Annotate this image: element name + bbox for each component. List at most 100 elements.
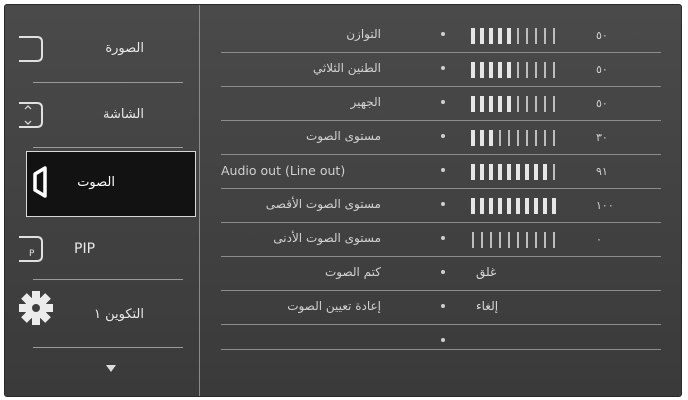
level-slider[interactable]	[471, 130, 556, 146]
sidebar-item-label: الصورة	[105, 41, 144, 56]
sidebar-item-screen[interactable]: الشاشة	[19, 85, 199, 151]
sidebar-divider	[33, 279, 183, 280]
level-tick-filled	[471, 164, 475, 180]
settings-panel: التوازن ٥٠ الطنين الثلاثي ٥٠ الجهير ٥٠ م…	[201, 5, 681, 396]
setting-option[interactable]: غلق	[476, 265, 496, 279]
level-slider[interactable]	[471, 28, 556, 44]
bullet-icon	[441, 338, 445, 342]
level-tick-filled	[471, 28, 475, 44]
sidebar: الصورة الشاشة الصوت P PIP التكوين ١	[19, 5, 200, 396]
level-tick-empty	[553, 62, 555, 78]
bullet-icon	[441, 100, 445, 104]
setting-row-empty[interactable]	[221, 325, 661, 359]
setting-row-audio-reset[interactable]: إعادة تعيين الصوت إلغاء	[221, 291, 661, 325]
level-tick-empty	[508, 232, 510, 248]
level-tick-filled	[489, 96, 493, 112]
setting-label: التوازن	[346, 27, 381, 41]
level-slider[interactable]	[471, 198, 556, 214]
setting-row-max-volume[interactable]: مستوى الصوت الأقصى ١٠٠	[221, 189, 661, 223]
level-tick-empty	[517, 62, 519, 78]
level-tick-empty	[472, 232, 474, 248]
sidebar-item-picture[interactable]: الصورة	[19, 19, 199, 85]
setting-value: ٠	[596, 233, 602, 246]
level-tick-empty	[553, 96, 555, 112]
level-tick-empty	[490, 232, 492, 248]
level-tick-filled	[507, 164, 511, 180]
level-tick-filled	[498, 198, 502, 214]
bullet-icon	[441, 236, 445, 240]
setting-value: ٩١	[596, 165, 608, 178]
level-tick-filled	[498, 28, 502, 44]
level-tick-filled	[489, 130, 493, 146]
bullet-icon	[441, 134, 445, 138]
level-tick-empty	[499, 232, 501, 248]
setting-row-audio-out[interactable]: Audio out (Line out) ٩١	[221, 155, 661, 189]
level-slider[interactable]	[471, 96, 556, 112]
level-tick-filled	[480, 164, 484, 180]
level-tick-empty	[553, 164, 555, 180]
setting-row-bass[interactable]: الجهير ٥٠	[221, 87, 661, 121]
level-tick-filled	[552, 198, 556, 214]
level-tick-empty	[517, 130, 519, 146]
level-tick-filled	[525, 198, 529, 214]
level-tick-empty	[544, 62, 546, 78]
setting-row-mute[interactable]: كتم الصوت غلق	[221, 257, 661, 291]
setting-label: كتم الصوت	[324, 265, 381, 279]
gear-icon	[19, 291, 53, 325]
level-tick-filled	[480, 28, 484, 44]
level-tick-filled	[534, 164, 538, 180]
level-tick-filled	[489, 198, 493, 214]
setting-row-balance[interactable]: التوازن ٥٠	[221, 19, 661, 53]
level-tick-empty	[526, 130, 528, 146]
level-tick-empty	[526, 96, 528, 112]
level-slider[interactable]	[471, 62, 556, 78]
level-tick-empty	[553, 28, 555, 44]
level-tick-empty	[544, 28, 546, 44]
sidebar-item-pip[interactable]: P PIP	[19, 219, 199, 285]
level-tick-empty	[535, 62, 537, 78]
setting-option[interactable]: إلغاء	[476, 299, 498, 313]
level-tick-empty	[544, 232, 546, 248]
level-slider[interactable]	[471, 164, 556, 180]
level-tick-filled	[498, 164, 502, 180]
level-tick-empty	[526, 28, 528, 44]
level-tick-filled	[534, 198, 538, 214]
level-tick-empty	[526, 62, 528, 78]
setting-label: Audio out (Line out)	[221, 163, 346, 178]
setting-row-min-volume[interactable]: مستوى الصوت الأدنى ٠	[221, 223, 661, 257]
level-tick-empty	[499, 130, 501, 146]
setting-row-treble[interactable]: الطنين الثلاثي ٥٠	[221, 53, 661, 87]
level-slider[interactable]	[471, 232, 556, 248]
level-tick-filled	[543, 198, 547, 214]
level-tick-empty	[544, 130, 546, 146]
bullet-icon	[441, 32, 445, 36]
row-divider	[221, 349, 661, 350]
sidebar-item-config1[interactable]: التكوين ١	[19, 283, 199, 349]
level-tick-filled	[489, 28, 493, 44]
bullet-icon	[441, 66, 445, 70]
level-tick-empty	[517, 96, 519, 112]
sidebar-item-sound[interactable]: الصوت	[26, 151, 196, 217]
level-tick-filled	[480, 62, 484, 78]
level-tick-filled	[507, 96, 511, 112]
level-tick-filled	[525, 164, 529, 180]
level-tick-empty	[544, 96, 546, 112]
level-tick-empty	[535, 130, 537, 146]
setting-row-volume[interactable]: مستوى الصوت ٣٠	[221, 121, 661, 155]
chevron-down-icon[interactable]	[106, 365, 116, 372]
level-tick-empty	[535, 232, 537, 248]
menu-window: الصورة الشاشة الصوت P PIP التكوين ١ التو…	[4, 4, 682, 397]
level-tick-filled	[543, 164, 547, 180]
sidebar-item-label: PIP	[74, 241, 96, 257]
sidebar-item-label: التكوين ١	[93, 307, 144, 322]
sound-icon	[33, 166, 47, 198]
level-tick-filled	[507, 62, 511, 78]
level-tick-filled	[498, 62, 502, 78]
level-tick-empty	[508, 130, 510, 146]
setting-value: ٥٠	[596, 29, 608, 42]
level-tick-empty	[553, 130, 555, 146]
level-tick-filled	[489, 62, 493, 78]
level-tick-empty	[481, 232, 483, 248]
setting-label: الطنين الثلاثي	[312, 61, 381, 75]
level-tick-filled	[471, 62, 475, 78]
